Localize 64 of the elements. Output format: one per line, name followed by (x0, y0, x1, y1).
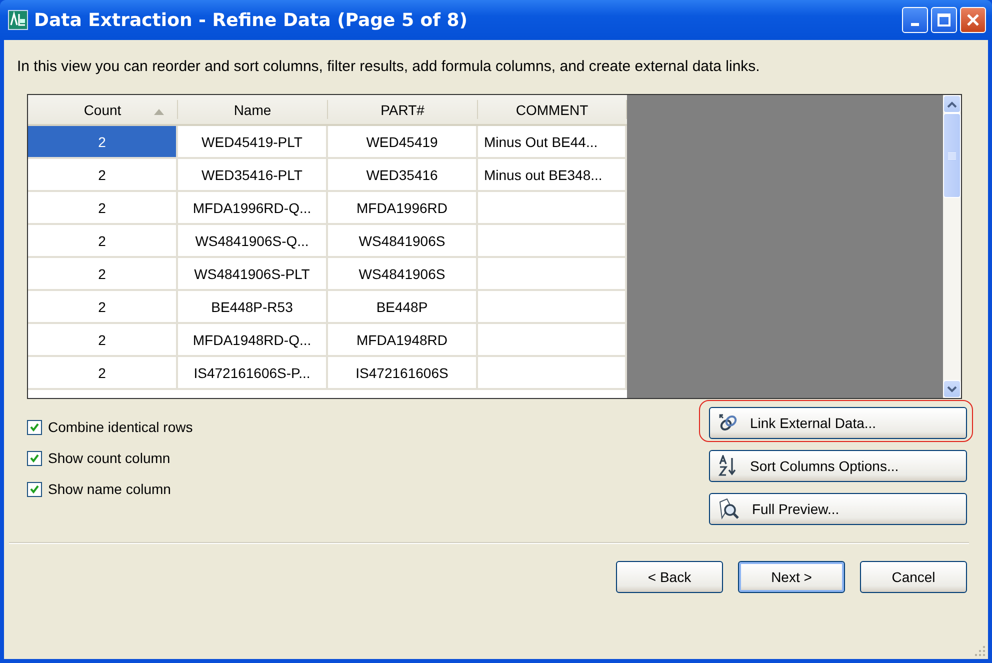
table-cell: WED35416 (328, 159, 478, 192)
column-header[interactable]: Count (28, 100, 178, 119)
app-icon (8, 10, 28, 30)
table-cell: MFDA1948RD-Q... (178, 324, 328, 357)
table-cell: MFDA1996RD-Q... (178, 192, 328, 225)
scroll-down-button[interactable] (943, 380, 961, 398)
nav-button[interactable]: Next > (738, 561, 845, 593)
table-cell: IS472161606S-P... (178, 357, 328, 390)
table-cell: Minus out BE348... (478, 159, 627, 192)
table-cell: BE448P-R53 (178, 291, 328, 324)
checkbox-label[interactable]: Show count column (27, 450, 193, 466)
table-cell: 2 (28, 357, 178, 390)
table-cell: MFDA1948RD (328, 324, 478, 357)
table-cell: WED35416-PLT (178, 159, 328, 192)
page-magnifier-icon (718, 498, 740, 520)
nav-button[interactable]: Cancel (860, 561, 967, 593)
sort-icon (718, 455, 738, 477)
table-cell: BE448P (328, 291, 478, 324)
checkmark-icon (30, 422, 39, 432)
minimize-icon (911, 23, 919, 26)
side-button[interactable]: Full Preview... (709, 493, 967, 525)
checkbox-label[interactable]: Show name column (27, 481, 193, 497)
resize-grip-icon[interactable] (974, 645, 986, 657)
table-cell: WS4841906S-PLT (178, 258, 328, 291)
checkbox[interactable] (27, 420, 42, 434)
nav-button[interactable]: < Back (616, 561, 723, 593)
side-button[interactable]: Link External Data... (709, 407, 967, 439)
table-cell: WS4841906S (328, 225, 478, 258)
checkbox-label[interactable]: Combine identical rows (27, 419, 193, 435)
table-cell: 2 (28, 291, 178, 324)
up-chevron-icon (947, 100, 957, 108)
checkbox[interactable] (27, 482, 42, 496)
table-cell: IS472161606S (328, 357, 478, 390)
checkmark-icon (30, 484, 39, 494)
window-title: Data Extraction - Refine Data (Page 5 of 8) (34, 10, 469, 30)
minimize-button[interactable] (902, 7, 928, 33)
table-cell: WS4841906S (328, 258, 478, 291)
grip-lines-icon (948, 152, 956, 160)
close-button[interactable] (960, 7, 986, 33)
table-cell: 2 (28, 258, 178, 291)
checkbox[interactable] (27, 450, 42, 466)
chain-link-icon (718, 413, 738, 433)
scrollbar-thumb[interactable] (943, 113, 961, 198)
maximize-icon (937, 13, 951, 27)
checkmark-icon (30, 454, 39, 462)
table-cell: WS4841906S-Q... (178, 225, 328, 258)
down-chevron-icon (947, 386, 957, 392)
maximize-button[interactable] (931, 7, 957, 33)
table-cell: WED45419 (328, 126, 478, 159)
table-cell: Minus Out BE44... (478, 126, 627, 159)
table-cell: 2 (28, 159, 178, 192)
table-cell: WED45419-PLT (178, 126, 328, 159)
table-cell: 2 (28, 225, 178, 258)
table-cell: 2 (28, 192, 178, 225)
column-header[interactable]: COMMENT (478, 100, 627, 119)
close-icon (966, 13, 980, 27)
table-cell: 2 (28, 324, 178, 357)
table-cell: MFDA1996RD (328, 192, 478, 225)
column-header[interactable]: PART# (328, 100, 478, 119)
table-cell: 2 (28, 126, 178, 159)
scroll-up-button[interactable] (943, 95, 961, 113)
description-text: In this view you can reorder and sort columns, filter results, add formula columns, and create external data links. (17, 57, 761, 75)
side-button[interactable]: Sort Columns Options... (709, 450, 967, 482)
column-header[interactable]: Name (178, 100, 328, 119)
